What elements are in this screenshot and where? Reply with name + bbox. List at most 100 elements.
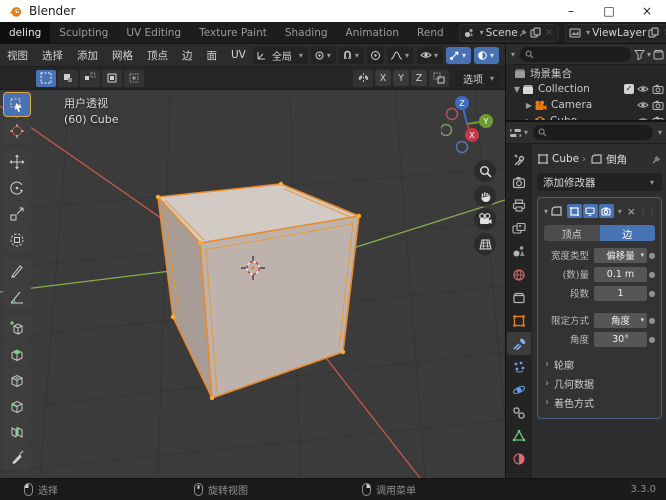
menu-uv[interactable]: UV: [224, 49, 253, 61]
tool-scale[interactable]: [3, 201, 31, 226]
mirror-y-button[interactable]: Y: [393, 70, 409, 86]
realtime-display-toggle[interactable]: [582, 204, 598, 218]
editor-type-chevron-icon[interactable]: ▾: [511, 50, 515, 59]
select-mode-tweak[interactable]: [36, 69, 56, 87]
tool-move[interactable]: [3, 149, 31, 174]
remove-modifier-icon[interactable]: ×: [627, 205, 636, 218]
disclosure-triangle-icon[interactable]: ▶: [524, 101, 534, 110]
render-visibility-icon[interactable]: [652, 84, 664, 94]
affect-vertices-tab[interactable]: 顶点: [544, 225, 600, 241]
maximize-button[interactable]: □: [590, 0, 628, 22]
tab-object[interactable]: [507, 309, 531, 332]
menu-edge[interactable]: 边: [175, 48, 200, 63]
options-dropdown[interactable]: 选项 ▾: [455, 69, 499, 87]
menu-mesh[interactable]: 网格: [105, 48, 140, 63]
unlink-scene-icon[interactable]: ×: [545, 27, 553, 38]
workspace-tab-sculpting[interactable]: Sculpting: [50, 22, 117, 44]
pin-icon[interactable]: [518, 28, 528, 38]
tab-scene[interactable]: [507, 240, 531, 263]
tab-material[interactable]: [507, 447, 531, 470]
snap-toggle[interactable]: ▾: [338, 46, 364, 64]
tab-world[interactable]: [507, 263, 531, 286]
scene-selector[interactable]: ▾ Scene ×: [458, 23, 560, 42]
tool-transform[interactable]: [3, 227, 31, 252]
hide-eye-icon[interactable]: [637, 84, 649, 94]
breadcrumb-modifier[interactable]: 倒角: [606, 152, 627, 167]
workspace-tab-texture-paint[interactable]: Texture Paint: [190, 22, 276, 44]
section-shading[interactable]: › 着色方式: [542, 393, 657, 412]
tool-loop-cut[interactable]: [3, 419, 31, 444]
workspace-tab-rendering[interactable]: Rend: [408, 22, 453, 44]
outliner-row-scene-collection[interactable]: 场景集合: [506, 65, 666, 81]
render-display-toggle[interactable]: [598, 204, 614, 218]
tab-modifiers[interactable]: [507, 332, 531, 355]
overlays-toggle[interactable]: ▾: [473, 46, 499, 64]
new-scene-icon[interactable]: [530, 27, 541, 38]
viewport-3d[interactable]: 用户透视 (60) Cube Z Y X: [0, 90, 505, 478]
mirror-x-button[interactable]: X: [375, 70, 391, 86]
snap-symmetry-toggle[interactable]: [429, 69, 449, 87]
select-mode-vertex[interactable]: [58, 69, 78, 87]
menu-vertex[interactable]: 顶点: [140, 48, 175, 63]
mirror-z-button[interactable]: Z: [411, 70, 427, 86]
minimize-button[interactable]: –: [552, 0, 590, 22]
width-type-dropdown[interactable]: 偏移量 ▾: [594, 247, 647, 263]
animate-dot-icon[interactable]: ●: [647, 289, 657, 298]
tool-select-box[interactable]: [3, 92, 31, 117]
workspace-tab-animation[interactable]: Animation: [337, 22, 409, 44]
limit-method-dropdown[interactable]: 角度 ▾: [594, 312, 647, 328]
tool-extrude-region[interactable]: [3, 341, 31, 366]
affect-edges-tab[interactable]: 边: [599, 225, 655, 241]
outliner-row-cube[interactable]: ▶ Cube: [506, 113, 666, 120]
tool-annotate[interactable]: [3, 258, 31, 283]
menu-view[interactable]: 视图: [0, 48, 35, 63]
modifier-extras-chevron-icon[interactable]: ▾: [618, 207, 622, 216]
amount-value-field[interactable]: 0.1 m: [594, 266, 647, 282]
disclosure-triangle-icon[interactable]: ▼: [512, 85, 522, 94]
proportional-editing-toggle[interactable]: [366, 46, 384, 64]
menu-face[interactable]: 面: [200, 48, 225, 63]
outliner-search-input[interactable]: [520, 46, 631, 62]
outliner-row-collection[interactable]: ▼ Collection ✓: [506, 81, 666, 97]
segments-value-field[interactable]: 1: [594, 285, 647, 301]
pin-icon[interactable]: [651, 154, 662, 165]
editmode-display-toggle[interactable]: [567, 204, 582, 218]
pivot-dropdown[interactable]: ▾: [310, 46, 336, 64]
close-button[interactable]: ×: [628, 0, 666, 22]
select-mode-edge[interactable]: [80, 69, 100, 87]
navigation-gizmo[interactable]: Z Y X: [441, 92, 499, 154]
tool-add-cube[interactable]: [3, 315, 31, 340]
gizmos-toggle[interactable]: ▾: [445, 46, 471, 64]
properties-search-input[interactable]: [533, 125, 653, 140]
tab-output[interactable]: [507, 194, 531, 217]
mirror-toggle[interactable]: [353, 69, 373, 87]
select-mode-island[interactable]: [124, 69, 144, 87]
tab-render[interactable]: [507, 171, 531, 194]
modifier-panel-header[interactable]: ▾ ▾ × ⋮⋮: [542, 202, 657, 220]
tab-object-data[interactable]: [507, 424, 531, 447]
camera-view-button[interactable]: [474, 208, 496, 230]
collapse-chevron-icon[interactable]: ▾: [544, 207, 548, 216]
tab-physics[interactable]: [507, 378, 531, 401]
pan-button[interactable]: [474, 185, 496, 207]
falloff-dropdown[interactable]: ▾: [386, 46, 414, 64]
tab-tool[interactable]: [507, 148, 531, 171]
drag-handle-icon[interactable]: ⋮⋮: [639, 207, 657, 216]
section-profile[interactable]: › 轮廓: [542, 355, 657, 374]
ortho-toggle-button[interactable]: [474, 233, 496, 255]
workspace-tab-uv-editing[interactable]: UV Editing: [117, 22, 190, 44]
render-visibility-icon[interactable]: [652, 100, 664, 110]
tab-collection[interactable]: [507, 286, 531, 309]
section-geometry[interactable]: › 几何数据: [542, 374, 657, 393]
outliner-row-camera[interactable]: ▶ Camera: [506, 97, 666, 113]
tool-inset-faces[interactable]: [3, 367, 31, 392]
collection-checkbox[interactable]: ✓: [624, 84, 634, 94]
editor-type-icon[interactable]: [509, 127, 522, 139]
animate-dot-icon[interactable]: ●: [647, 270, 657, 279]
new-collection-icon[interactable]: [653, 49, 664, 60]
tab-view-layer[interactable]: [507, 217, 531, 240]
viewlayer-selector[interactable]: ▾ ViewLayer ×: [565, 23, 666, 42]
tool-rotate[interactable]: [3, 175, 31, 200]
animate-dot-icon[interactable]: ●: [647, 335, 657, 344]
tool-measure[interactable]: [3, 284, 31, 309]
